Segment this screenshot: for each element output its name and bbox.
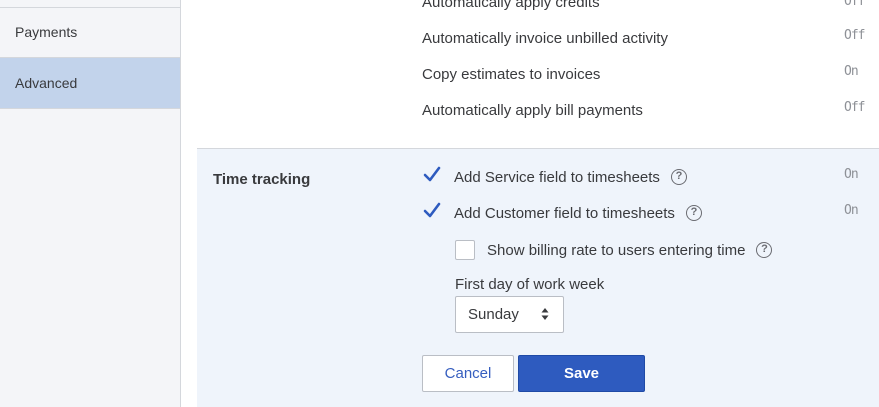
checkmark-icon bbox=[423, 166, 441, 182]
setting-status-copy-estimates: On bbox=[844, 64, 859, 79]
option-billing-rate: Show billing rate to users entering time… bbox=[455, 240, 773, 260]
settings-main: Automatically apply credits Off Automati… bbox=[181, 0, 879, 407]
setting-status-apply-credits: Off bbox=[844, 0, 866, 9]
save-button[interactable]: Save bbox=[518, 355, 645, 392]
settings-page: Payments Advanced Automatically apply cr… bbox=[0, 0, 879, 407]
option-customer-field: Add Customer field to timesheets ? bbox=[422, 202, 702, 223]
service-field-checkbox[interactable] bbox=[422, 166, 442, 187]
section-title: Time tracking bbox=[213, 171, 311, 188]
service-field-status: On bbox=[844, 167, 859, 182]
customer-field-checkbox[interactable] bbox=[422, 202, 442, 223]
checkmark-icon bbox=[423, 202, 441, 218]
help-circle-icon[interactable]: ? bbox=[670, 169, 687, 185]
customer-field-status: On bbox=[844, 203, 859, 218]
option-service-field: Add Service field to timesheets ? bbox=[422, 166, 687, 187]
setting-status-invoice-unbilled: Off bbox=[844, 28, 866, 43]
sidebar-top-edge bbox=[0, 0, 180, 8]
billing-rate-label: Show billing rate to users entering time bbox=[487, 241, 746, 259]
time-tracking-section: Time tracking Add Service field to times… bbox=[197, 149, 879, 407]
work-week-select[interactable]: Sunday bbox=[455, 296, 564, 333]
help-circle-icon[interactable]: ? bbox=[756, 242, 773, 258]
setting-label-apply-bill-payments: Automatically apply bill payments bbox=[422, 102, 643, 119]
sidebar-item-payments[interactable]: Payments bbox=[0, 8, 180, 58]
settings-sidebar: Payments Advanced bbox=[0, 0, 181, 407]
sort-arrows-icon bbox=[541, 308, 549, 320]
work-week-label: First day of work week bbox=[455, 276, 605, 293]
billing-rate-checkbox[interactable] bbox=[455, 240, 475, 260]
sidebar-item-advanced[interactable]: Advanced bbox=[0, 58, 180, 109]
setting-label-apply-credits: Automatically apply credits bbox=[422, 0, 600, 11]
setting-label-copy-estimates: Copy estimates to invoices bbox=[422, 66, 601, 83]
service-field-label: Add Service field to timesheets bbox=[454, 168, 660, 186]
customer-field-label: Add Customer field to timesheets bbox=[454, 204, 675, 222]
help-circle-icon[interactable]: ? bbox=[685, 205, 702, 221]
cancel-button[interactable]: Cancel bbox=[422, 355, 514, 392]
work-week-value: Sunday bbox=[468, 306, 519, 323]
setting-status-apply-bill-payments: Off bbox=[844, 100, 866, 115]
setting-label-invoice-unbilled: Automatically invoice unbilled activity bbox=[422, 30, 668, 47]
